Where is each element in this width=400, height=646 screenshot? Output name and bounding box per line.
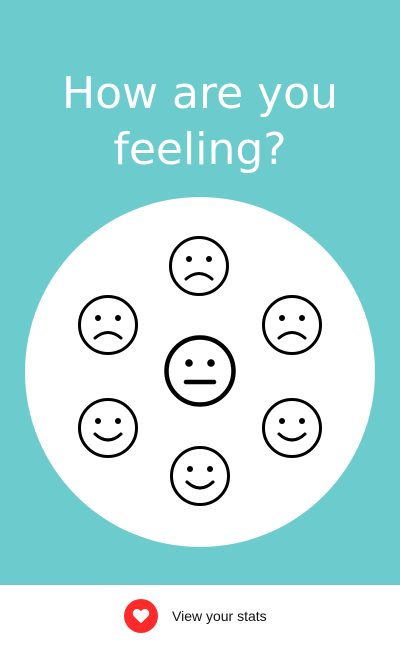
happy-face-icon — [78, 398, 138, 458]
mood-option-sad-left[interactable] — [77, 294, 139, 356]
mood-option-happy-left[interactable] — [77, 397, 139, 459]
sad-face-icon — [262, 295, 322, 355]
mood-option-sad-right[interactable] — [261, 294, 323, 356]
page-title: How are you feeling? — [0, 66, 400, 178]
heart-icon — [132, 608, 150, 624]
neutral-face-icon — [164, 335, 236, 407]
mood-option-happy-right[interactable] — [261, 397, 323, 459]
sad-face-icon — [169, 236, 229, 296]
happy-face-icon — [170, 446, 230, 506]
mood-option-sad-top[interactable] — [168, 235, 230, 297]
title-line-1: How are you — [62, 68, 338, 119]
sad-face-icon — [78, 295, 138, 355]
mood-picker — [25, 197, 375, 547]
mood-screen: How are you feeling? View your stats — [0, 0, 400, 646]
mood-option-neutral[interactable] — [163, 334, 237, 408]
title-line-2: feeling? — [113, 124, 287, 175]
mood-option-happy-bottom[interactable] — [169, 445, 231, 507]
view-stats-button[interactable]: View your stats — [124, 599, 267, 633]
view-stats-label: View your stats — [172, 608, 267, 624]
heart-badge — [124, 599, 158, 633]
bottom-bar: View your stats — [0, 585, 400, 646]
happy-face-icon — [262, 398, 322, 458]
